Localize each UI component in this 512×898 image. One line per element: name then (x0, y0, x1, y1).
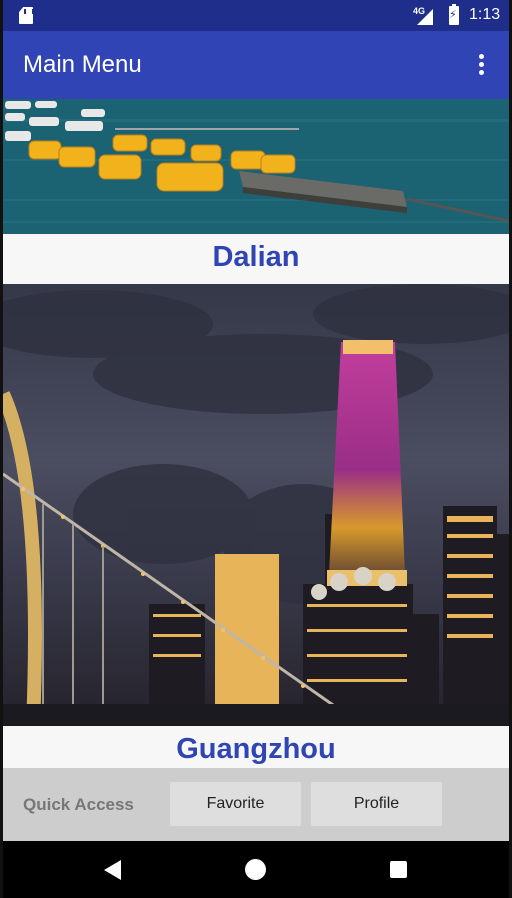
city-name-dalian[interactable]: Dalian (3, 234, 509, 284)
phone-screen: 4G 1:13 Main Menu (0, 0, 512, 898)
frame-edge-left (0, 0, 3, 898)
guangzhou-skyline-illustration (3, 284, 509, 726)
dalian-harbor-illustration (3, 99, 509, 234)
profile-button[interactable]: Profile (311, 782, 442, 826)
status-bar: 4G 1:13 (3, 0, 509, 31)
favorite-button[interactable]: Favorite (170, 782, 301, 826)
overflow-menu-icon[interactable] (473, 51, 489, 79)
app-title: Main Menu (23, 51, 142, 78)
quick-access-label: Quick Access (23, 795, 134, 814)
app-bar: Main Menu (3, 31, 509, 99)
recents-icon[interactable] (390, 861, 407, 878)
status-time: 1:13 (469, 6, 501, 23)
city-image-dalian[interactable] (3, 99, 509, 234)
battery-charging-icon (449, 4, 459, 25)
city-image-guangzhou[interactable] (3, 284, 509, 726)
city-name-guangzhou[interactable]: Guangzhou (3, 726, 509, 768)
signal-icon (417, 9, 433, 25)
quick-access-bar: Quick Access Favorite Profile (3, 768, 509, 841)
back-icon[interactable] (104, 860, 121, 880)
system-navigation-bar (0, 841, 512, 898)
home-icon[interactable] (245, 859, 266, 880)
sd-card-icon (19, 7, 33, 24)
